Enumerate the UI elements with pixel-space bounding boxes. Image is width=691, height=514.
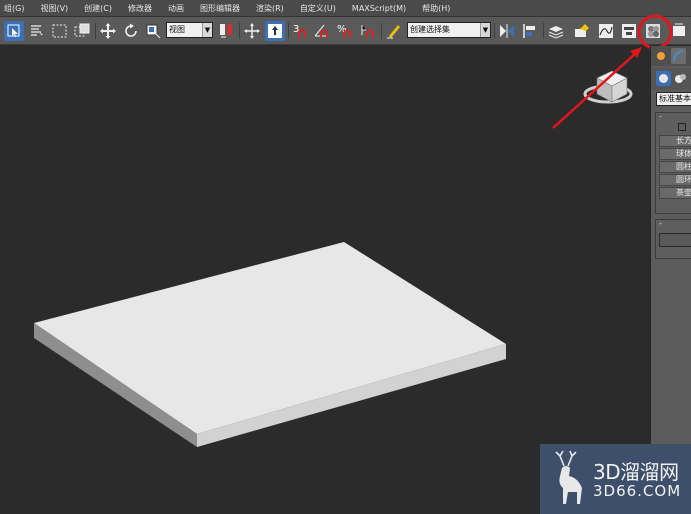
reference-coordinate-value: 视图 <box>169 25 185 34</box>
menu-customize[interactable]: 自定义(U) <box>292 0 344 16</box>
autogrid-checkbox[interactable] <box>678 123 686 131</box>
spinner-snap-icon[interactable] <box>358 21 378 41</box>
main-toolbar: 视图 ▼ 3 % 创建选择集 ▼ <box>0 17 691 45</box>
box-top-face <box>34 242 506 434</box>
menu-bar: 组(G) 视图(V) 创建(C) 修改器 动画 图形编辑器 渲染(R) 自定义(… <box>0 0 691 17</box>
shapes-category-icon[interactable] <box>673 71 688 86</box>
viewcube-icon[interactable] <box>583 70 633 104</box>
geometry-type-dropdown[interactable]: 标准基本 <box>656 92 691 106</box>
object-type-rollout: - 长方体 球体 圆柱体 圆环 茶壶 <box>655 112 691 214</box>
menu-view[interactable]: 视图(V) <box>32 0 76 16</box>
annotation-arrow <box>552 47 642 129</box>
name-color-rollout: - <box>655 219 691 259</box>
align-icon[interactable] <box>520 21 540 41</box>
command-panel-tabs <box>651 46 691 66</box>
box-object[interactable] <box>34 242 506 447</box>
percent-snap-icon[interactable]: % <box>335 21 355 41</box>
chevron-down-icon: ▼ <box>480 23 490 37</box>
menu-graph-editors[interactable]: 图形编辑器 <box>192 0 248 16</box>
angle-snap-icon[interactable] <box>312 21 332 41</box>
object-name-field[interactable] <box>659 233 691 247</box>
menu-create[interactable]: 创建(C) <box>76 0 120 16</box>
rollout-collapse[interactable]: - <box>656 113 691 122</box>
graphite-modeling-icon[interactable] <box>572 21 592 41</box>
torus-button[interactable]: 圆环 <box>659 174 691 186</box>
chevron-down-icon: ▼ <box>202 23 212 37</box>
menu-group[interactable]: 组(G) <box>0 0 32 16</box>
menu-maxscript[interactable]: MAXScript(M) <box>344 0 414 16</box>
watermark: 3D溜溜网 3D66.COM <box>540 444 691 514</box>
pivot-icon[interactable] <box>216 21 236 41</box>
create-category-row <box>651 68 691 90</box>
modify-tab-icon[interactable] <box>671 48 686 64</box>
box-button[interactable]: 长方体 <box>659 135 691 147</box>
create-tab-icon[interactable] <box>654 48 669 64</box>
geometry-category-icon[interactable] <box>656 71 671 86</box>
select-and-manipulate-icon[interactable] <box>242 21 262 41</box>
svg-text:%: % <box>337 24 347 35</box>
watermark-url: 3D66.COM <box>593 482 682 500</box>
sphere-button[interactable]: 球体 <box>659 148 691 160</box>
select-by-name-icon[interactable] <box>27 21 47 41</box>
auto-grid-row <box>656 122 691 134</box>
named-selection-set-dropdown[interactable]: 创建选择集 ▼ <box>407 22 491 38</box>
reference-coordinate-dropdown[interactable]: 视图 ▼ <box>166 22 213 38</box>
snaps-toggle-icon[interactable]: 3 <box>290 21 310 41</box>
curve-editor-icon[interactable] <box>596 21 616 41</box>
mirror-icon[interactable] <box>497 21 517 41</box>
keyboard-shortcut-override-icon[interactable] <box>265 21 285 41</box>
rectangular-selection-icon[interactable] <box>50 21 70 41</box>
menu-modifiers[interactable]: 修改器 <box>120 0 160 16</box>
select-object-icon[interactable] <box>4 21 24 41</box>
window-crossing-icon[interactable] <box>72 21 92 41</box>
deer-logo-icon <box>555 450 582 504</box>
rotate-icon[interactable] <box>121 21 141 41</box>
layer-manager-icon[interactable] <box>546 21 566 41</box>
rollout-collapse[interactable]: - <box>656 220 691 229</box>
cylinder-button[interactable]: 圆柱体 <box>659 161 691 173</box>
scale-icon[interactable] <box>143 21 163 41</box>
menu-animation[interactable]: 动画 <box>160 0 192 16</box>
edit-named-selection-icon[interactable] <box>384 21 404 41</box>
teapot-button[interactable]: 茶壶 <box>659 187 691 199</box>
named-selection-set-value: 创建选择集 <box>410 25 450 34</box>
menu-help[interactable]: 帮助(H) <box>414 0 458 16</box>
menu-rendering[interactable]: 渲染(R) <box>248 0 292 16</box>
watermark-title: 3D溜溜网 <box>593 460 679 484</box>
move-icon[interactable] <box>98 21 118 41</box>
